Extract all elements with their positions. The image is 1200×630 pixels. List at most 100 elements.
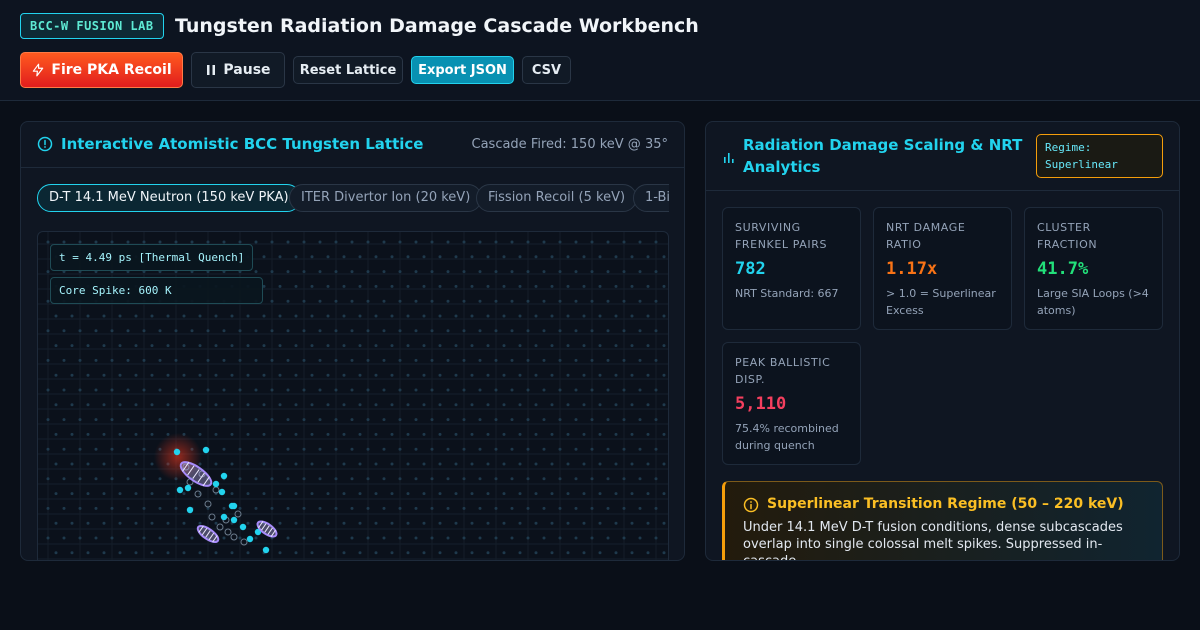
lattice-atom [454,344,458,348]
lattice-atom [366,477,370,481]
lattice-atom [294,432,298,436]
lattice-atom [46,329,50,333]
lattice-atom [462,418,466,422]
lattice-atom [118,521,122,525]
lattice-atom [374,551,378,555]
lattice-atom [510,447,514,451]
lattice-atom [526,418,530,422]
lattice-atom [422,373,426,377]
lattice-atom [462,270,466,274]
lattice-canvas[interactable]: t = 4.49 ps [Thermal Quench] Core Spike:… [37,231,669,560]
interstitial-atom [218,488,226,496]
lattice-atom [126,418,130,422]
lattice-atom [358,521,362,525]
lattice-atom [318,358,322,362]
lattice-atom [134,403,138,407]
lattice-atom [398,388,402,392]
lattice-atom [190,388,194,392]
preset-dt-neutron[interactable]: D-T 14.1 MeV Neutron (150 keV PKA) [37,184,301,212]
lattice-atom [470,314,474,318]
lattice-atom [406,284,410,288]
lattice-atom [54,403,58,407]
lattice-atom [542,536,546,540]
csv-button[interactable]: CSV [522,56,571,84]
lattice-atom [446,388,450,392]
export-json-button[interactable]: Export JSON [411,56,514,84]
lattice-atom [470,373,474,377]
lattice-atom [350,477,354,481]
lattice-atom [342,521,346,525]
lattice-atom [382,506,386,510]
lattice-atom [462,329,466,333]
lattice-atom [430,358,434,362]
metric-note: Large SIA Loops (>4 atoms) [1037,287,1149,317]
lattice-atom [454,492,458,496]
lattice-atom [78,388,82,392]
lattice-atom [230,462,234,466]
lattice-atom [318,447,322,451]
lattice-atom [462,477,466,481]
lattice-atom [382,329,386,333]
lattice-atom [118,492,122,496]
lattice-atom [46,388,50,392]
lattice-atom [566,373,570,377]
lattice-atom [526,358,530,362]
lattice-atom [390,492,394,496]
metric-value: 782 [735,259,766,279]
lattice-atom [390,344,394,348]
lattice-atom [638,536,642,540]
lattice-atom [94,536,98,540]
lattice-atom [262,314,266,318]
lattice-atom [542,358,546,362]
lattice-atom [438,462,442,466]
reset-lattice-button[interactable]: Reset Lattice [293,56,403,84]
lattice-atom [494,329,498,333]
lattice-atom [334,388,338,392]
lattice-atom [214,551,218,555]
lattice-atom [110,536,114,540]
lattice-atom [302,329,306,333]
lattice-atom [78,418,82,422]
lattice-atom [590,270,594,274]
lattice-atom [598,314,602,318]
lattice-atom [254,270,258,274]
lattice-atom [382,270,386,274]
lattice-atom [662,314,666,318]
lattice-atom [390,432,394,436]
lattice-atom [102,551,106,555]
lattice-atom [622,270,626,274]
lattice-atom [662,284,666,288]
pause-button[interactable]: Pause [191,52,285,88]
lattice-atom [614,255,618,259]
lattice-atom [382,388,386,392]
interstitial-atom [212,480,220,488]
lattice-atom [238,477,242,481]
lattice-atom [422,551,426,555]
preset-iter-divertor[interactable]: ITER Divertor Ion (20 keV) [289,184,483,212]
lattice-atom [366,506,370,510]
lattice-atom [430,270,434,274]
metric-label: Surviving Frenkel Pairs [735,221,828,251]
lattice-atom [302,358,306,362]
lattice-atom [462,240,466,244]
lattice-atom [70,462,74,466]
lattice-atom [598,373,602,377]
lattice-atom [630,344,634,348]
metric-note: NRT Standard: 667 [735,287,839,300]
lattice-atom [590,388,594,392]
lattice-atom [638,329,642,333]
preset-more[interactable]: 1-Bi [633,184,669,212]
lattice-atom [318,477,322,481]
fire-pka-button[interactable]: Fire PKA Recoil [20,52,183,88]
pause-icon [207,65,216,75]
lattice-atom [366,270,370,274]
lattice-atom [518,403,522,407]
preset-fission-recoil[interactable]: Fission Recoil (5 keV) [476,184,638,212]
lattice-atom [342,314,346,318]
lattice-atom [422,284,426,288]
metric-value: 5,110 [735,394,787,414]
lattice-atom [222,418,226,422]
lattice-atom [550,314,554,318]
lattice-atom [286,329,290,333]
lattice-atom [166,373,170,377]
